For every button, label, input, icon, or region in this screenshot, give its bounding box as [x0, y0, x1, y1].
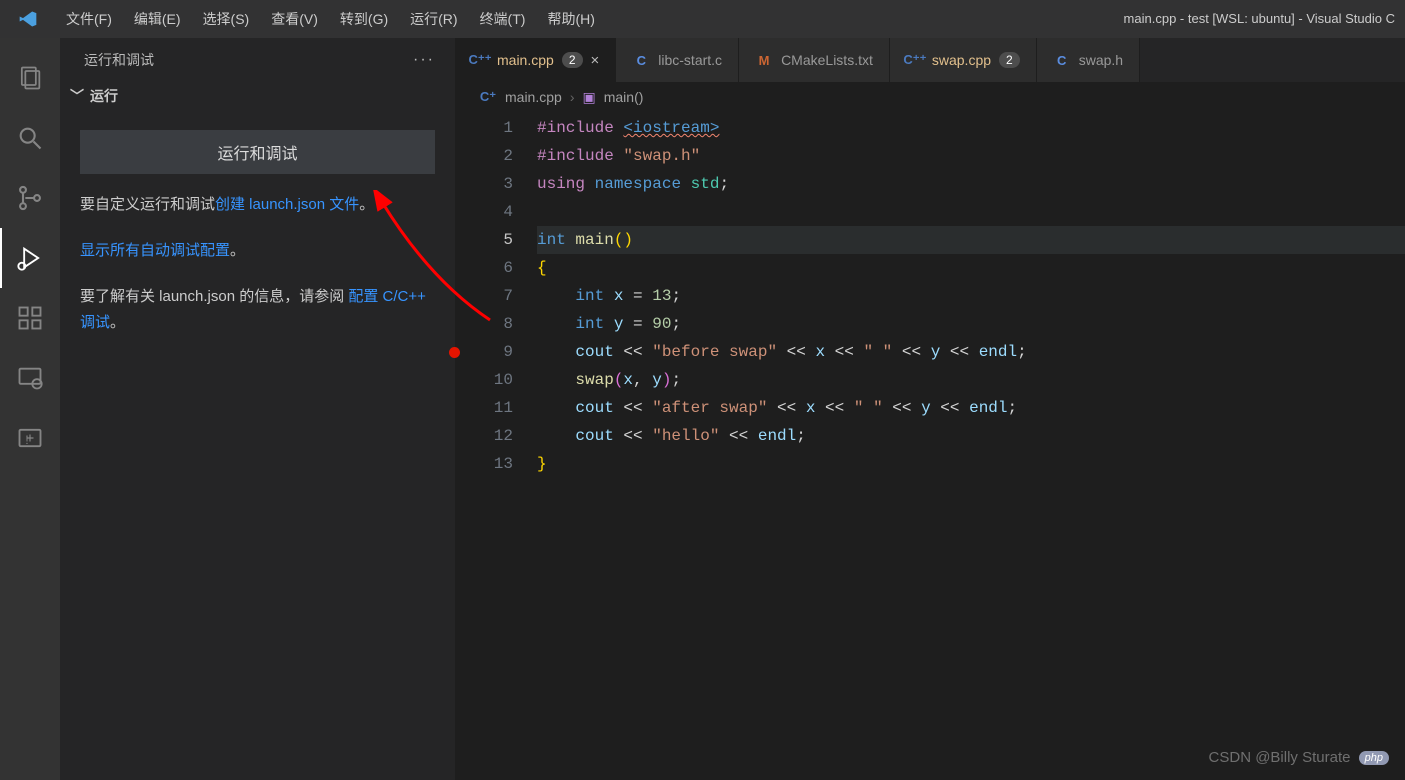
menu-item[interactable]: 帮助(H): [536, 0, 605, 38]
menu-item[interactable]: 选择(S): [192, 0, 261, 38]
line-number[interactable]: 1: [455, 114, 513, 142]
window-title: main.cpp - test [WSL: ubuntu] - Visual S…: [1124, 0, 1405, 38]
sidebar-section-run[interactable]: ﹀ 运行: [60, 80, 455, 112]
code-line[interactable]: cout << "hello" << endl;: [537, 422, 1405, 450]
line-number[interactable]: 7: [455, 282, 513, 310]
line-number[interactable]: 9: [455, 338, 513, 366]
sidebar-title: 运行和调试: [84, 50, 154, 70]
code-line[interactable]: cout << "after swap" << x << " " << y <<…: [537, 394, 1405, 422]
svg-text:!: !: [25, 434, 28, 447]
output-icon[interactable]: !: [0, 408, 60, 468]
editor-tab[interactable]: M CMakeLists.txt: [739, 38, 890, 82]
code-line[interactable]: cout << "before swap" << x << " " << y <…: [537, 338, 1405, 366]
code-line[interactable]: int main(): [537, 226, 1405, 254]
code-line[interactable]: {: [537, 254, 1405, 282]
tab-label: libc-start.c: [658, 52, 722, 68]
p3-prefix: 要了解有关 launch.json 的信息，请参阅: [80, 288, 348, 305]
launch-json-info-text: 要了解有关 launch.json 的信息，请参阅 配置 C/C++ 调试。: [80, 284, 435, 336]
editor-tabs: C⁺⁺ main.cpp 2 × Clibc-start.c M CMakeLists.tx…: [455, 38, 1405, 82]
run-debug-button[interactable]: 运行和调试: [80, 130, 435, 174]
activity-bar: !: [0, 38, 60, 780]
file-type-icon: C: [1053, 51, 1071, 69]
p1-suffix: 。: [359, 196, 374, 213]
dirty-count-badge: 2: [562, 52, 583, 68]
line-number[interactable]: 3: [455, 170, 513, 198]
line-number[interactable]: 5: [455, 226, 513, 254]
line-number[interactable]: 11: [455, 394, 513, 422]
code-editor[interactable]: 12345678910111213 #include <iostream>#in…: [455, 112, 1405, 780]
watermark: CSDN @Billy Sturate php: [1209, 749, 1389, 766]
editor-tab[interactable]: Cswap.h: [1037, 38, 1140, 82]
cpp-file-icon: C⁺: [479, 88, 497, 106]
title-bar: 文件(F)编辑(E)选择(S)查看(V)转到(G)运行(R)终端(T)帮助(H)…: [0, 0, 1405, 38]
file-type-icon: C⁺⁺: [471, 51, 489, 69]
vscode-logo-icon: [0, 9, 55, 29]
create-launch-json-link[interactable]: 创建 launch.json 文件: [215, 196, 359, 213]
breadcrumb[interactable]: C⁺ main.cpp › ▣ main(): [455, 82, 1405, 112]
chevron-down-icon: ﹀: [70, 86, 84, 106]
menu-bar: 文件(F)编辑(E)选择(S)查看(V)转到(G)运行(R)终端(T)帮助(H): [55, 0, 606, 38]
editor-area: C⁺⁺ main.cpp 2 × Clibc-start.c M CMakeLists.tx…: [455, 38, 1405, 780]
editor-tab[interactable]: Clibc-start.c: [616, 38, 739, 82]
file-type-icon: C: [632, 51, 650, 69]
section-title-text: 运行: [90, 86, 118, 106]
line-number-gutter: 12345678910111213: [455, 114, 537, 780]
line-number[interactable]: 6: [455, 254, 513, 282]
code-line[interactable]: using namespace std;: [537, 170, 1405, 198]
file-type-icon: C⁺⁺: [906, 51, 924, 69]
code-line[interactable]: int x = 13;: [537, 282, 1405, 310]
tab-label: main.cpp: [497, 52, 554, 68]
menu-item[interactable]: 运行(R): [399, 0, 468, 38]
editor-tab[interactable]: C⁺⁺ swap.cpp 2: [890, 38, 1037, 82]
sidebar-header: 运行和调试 ···: [60, 38, 455, 80]
line-number[interactable]: 8: [455, 310, 513, 338]
p3-suffix: 。: [110, 314, 125, 331]
line-number[interactable]: 10: [455, 366, 513, 394]
custom-launch-text: 要自定义运行和调试创建 launch.json 文件。: [80, 192, 435, 218]
editor-tab[interactable]: C⁺⁺ main.cpp 2 ×: [455, 38, 616, 82]
code-line[interactable]: #include <iostream>: [537, 114, 1405, 142]
line-number[interactable]: 13: [455, 450, 513, 478]
explorer-icon[interactable]: [0, 48, 60, 108]
cube-icon: ▣: [582, 89, 595, 106]
chevron-right-icon: ›: [570, 89, 575, 105]
sidebar-run-debug: 运行和调试 ··· ﹀ 运行 运行和调试 要自定义运行和调试创建 launch.…: [60, 38, 455, 780]
watermark-text: CSDN @Billy Sturate: [1209, 749, 1351, 766]
show-auto-debug-configs-link[interactable]: 显示所有自动调试配置: [80, 242, 230, 259]
menu-item[interactable]: 查看(V): [260, 0, 329, 38]
run-debug-icon[interactable]: [0, 228, 60, 288]
tab-label: CMakeLists.txt: [781, 52, 873, 68]
p2-suffix: 。: [230, 242, 245, 259]
code-line[interactable]: #include "swap.h": [537, 142, 1405, 170]
breadcrumb-symbol[interactable]: main(): [604, 89, 644, 105]
breadcrumb-file[interactable]: main.cpp: [505, 89, 562, 105]
dirty-count-badge: 2: [999, 52, 1020, 68]
code-lines[interactable]: #include <iostream>#include "swap.h"usin…: [537, 114, 1405, 780]
remote-icon[interactable]: [0, 348, 60, 408]
file-type-icon: M: [755, 51, 773, 69]
line-number[interactable]: 12: [455, 422, 513, 450]
source-control-icon[interactable]: [0, 168, 60, 228]
tab-label: swap.h: [1079, 52, 1123, 68]
close-icon[interactable]: ×: [591, 52, 600, 69]
tab-label: swap.cpp: [932, 52, 991, 68]
menu-item[interactable]: 转到(G): [329, 0, 399, 38]
menu-item[interactable]: 编辑(E): [123, 0, 192, 38]
more-icon[interactable]: ···: [413, 51, 435, 69]
code-line[interactable]: }: [537, 450, 1405, 478]
code-line[interactable]: swap(x, y);: [537, 366, 1405, 394]
line-number[interactable]: 2: [455, 142, 513, 170]
code-line[interactable]: [537, 198, 1405, 226]
menu-item[interactable]: 终端(T): [469, 0, 537, 38]
p1-prefix: 要自定义运行和调试: [80, 196, 215, 213]
extensions-icon[interactable]: [0, 288, 60, 348]
code-line[interactable]: int y = 90;: [537, 310, 1405, 338]
line-number[interactable]: 4: [455, 198, 513, 226]
menu-item[interactable]: 文件(F): [55, 0, 123, 38]
php-badge: php: [1359, 751, 1389, 765]
search-icon[interactable]: [0, 108, 60, 168]
